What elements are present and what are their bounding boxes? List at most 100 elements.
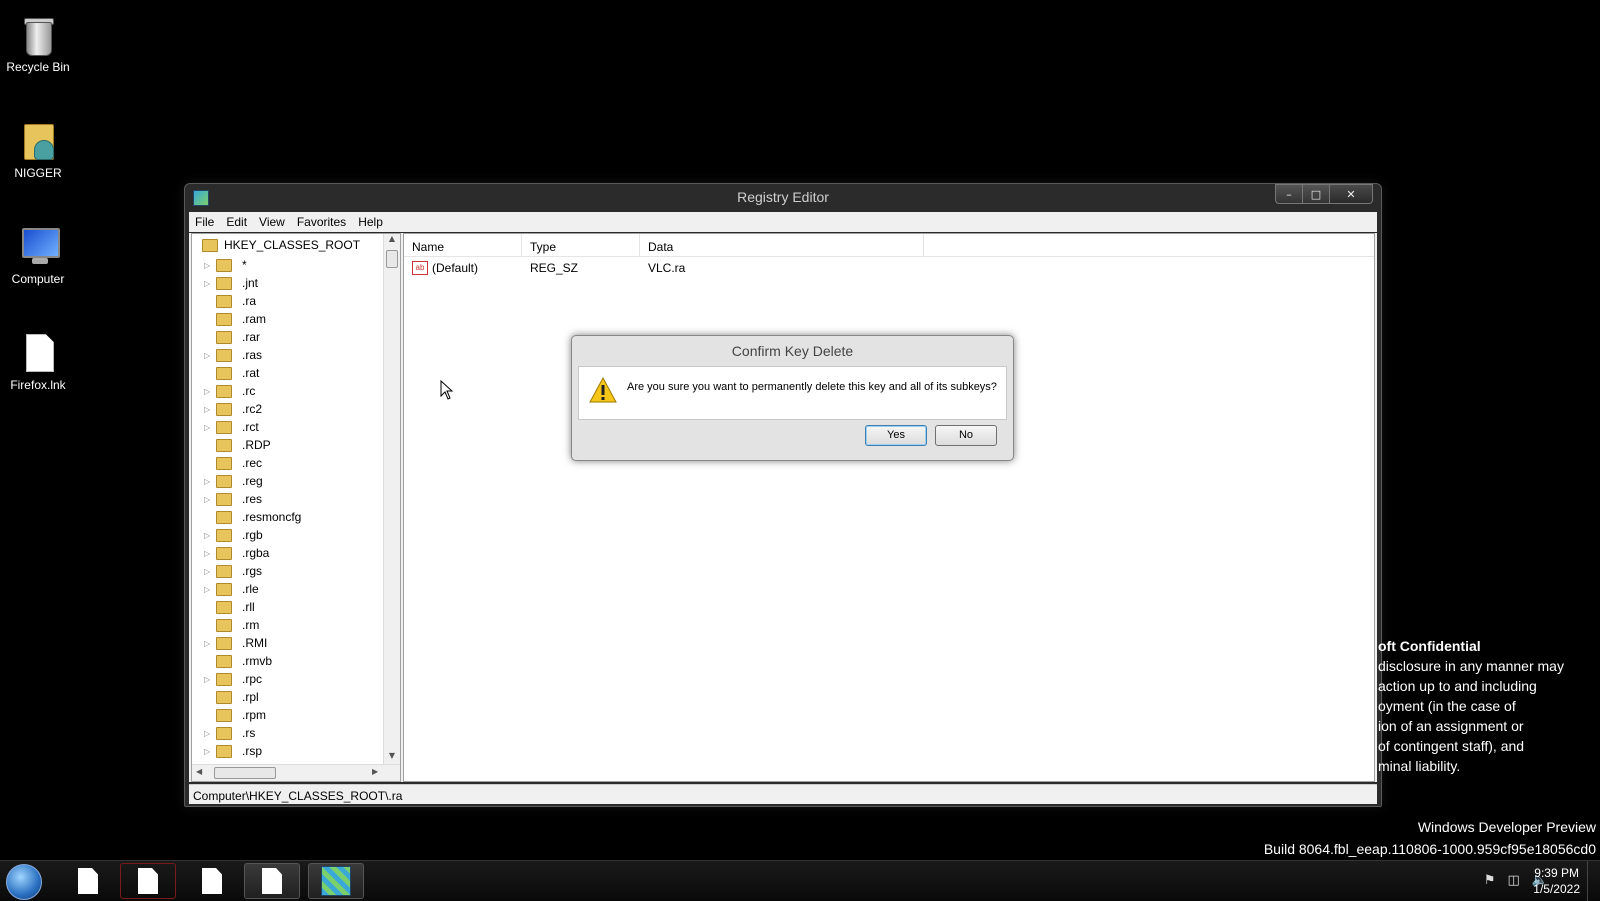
expand-arrow-icon[interactable]: ▷ (204, 747, 216, 756)
clock-date: 1/5/2022 (1533, 882, 1580, 896)
folder-icon (216, 654, 232, 668)
value-row[interactable]: ab (Default) REG_SZ VLC.ra (404, 257, 1374, 279)
tree-item[interactable]: .rpm (192, 706, 386, 724)
tree-item[interactable]: .ra (192, 292, 386, 310)
value-name: (Default) (432, 260, 479, 275)
desktop-icon-firefox-lnk[interactable]: Firefox.lnk (0, 322, 76, 392)
tree-item[interactable]: ▷ .rsp (192, 742, 386, 760)
tree-item[interactable]: ▷ .jnt (192, 274, 386, 292)
expand-arrow-icon[interactable]: ▷ (204, 729, 216, 738)
minimize-button[interactable]: – (1275, 184, 1303, 204)
expand-arrow-icon[interactable]: ▷ (204, 675, 216, 684)
tree-item[interactable]: .ram (192, 310, 386, 328)
menu-view[interactable]: View (253, 215, 291, 229)
tree-list: ▷ * ▷ .jnt .ra .ram .rar ▷ .ras .rat ▷ .rc ▷ .rc2 ▷ .rc… (192, 256, 386, 760)
taskbar-item-2[interactable] (120, 863, 176, 899)
yes-button[interactable]: Yes (865, 425, 927, 446)
menu-help[interactable]: Help (352, 215, 389, 229)
tree-item[interactable]: ▷ .rgs (192, 562, 386, 580)
tree-item[interactable]: ▷ .res (192, 490, 386, 508)
desktop-icon-computer[interactable]: Computer (0, 216, 76, 286)
expand-arrow-icon[interactable]: ▷ (204, 495, 216, 504)
tree-root-item[interactable]: HKEY_CLASSES_ROOT (202, 238, 360, 252)
expand-arrow-icon[interactable]: ▷ (204, 279, 216, 288)
taskbar-item-4[interactable] (244, 863, 300, 899)
folder-icon (216, 528, 232, 542)
menu-file[interactable]: File (189, 215, 220, 229)
desktop-icon-recycle-bin[interactable]: Recycle Bin (0, 4, 76, 74)
scroll-thumb[interactable] (386, 250, 398, 268)
taskbar-item-3[interactable] (184, 863, 240, 899)
tree-item[interactable]: ▷ * (192, 256, 386, 274)
start-button[interactable] (6, 864, 42, 900)
tree-item[interactable]: ▷ .rle (192, 580, 386, 598)
expand-arrow-icon[interactable]: ▷ (204, 477, 216, 486)
network-icon[interactable]: ◫ (1508, 873, 1520, 888)
tree-horizontal-scrollbar[interactable]: ◀ ▶ (192, 764, 400, 781)
tree-item[interactable]: .RDP (192, 436, 386, 454)
clock[interactable]: 9:39 PM 1/5/2022 (1533, 865, 1580, 897)
desktop-icon-label: NIGGER (14, 166, 62, 180)
desktop-icon-user-folder[interactable]: NIGGER (0, 110, 76, 180)
tree-item[interactable]: ▷ .RMI (192, 634, 386, 652)
expand-arrow-icon[interactable]: ▷ (204, 387, 216, 396)
folder-icon (216, 348, 232, 362)
scroll-up-arrow-icon[interactable]: ▲ (384, 234, 400, 248)
tree-item[interactable]: ▷ .reg (192, 472, 386, 490)
tree-item-label: .rgb (242, 528, 263, 542)
scroll-left-arrow-icon[interactable]: ◀ (196, 767, 202, 776)
taskbar-item-1[interactable] (60, 863, 116, 899)
tree-item[interactable]: .rar (192, 328, 386, 346)
tree-item[interactable]: ▷ .rgba (192, 544, 386, 562)
tree-item-label: .rpm (242, 708, 266, 722)
tree-item[interactable]: .rm (192, 616, 386, 634)
title-bar[interactable]: Registry Editor – □ ✕ (185, 184, 1381, 210)
registry-editor-window: Registry Editor – □ ✕ File Edit View Fav… (184, 183, 1382, 807)
scroll-thumb[interactable] (214, 767, 276, 779)
tree-item-label: * (242, 258, 247, 272)
action-center-flag-icon[interactable]: ⚑ (1484, 873, 1496, 888)
tree-item-label: .rmvb (242, 654, 272, 668)
tree-vertical-scrollbar[interactable]: ▲ ▼ (383, 234, 400, 765)
maximize-button[interactable]: □ (1302, 184, 1330, 204)
no-button[interactable]: No (935, 425, 997, 446)
expand-arrow-icon[interactable]: ▷ (204, 585, 216, 594)
tree-item[interactable]: ▷ .rpc (192, 670, 386, 688)
column-header-type[interactable]: Type (522, 234, 640, 256)
column-header-name[interactable]: Name (404, 234, 522, 256)
confidential-line: oyment (in the case of (1378, 698, 1516, 714)
tree-item-label: .resmoncfg (242, 510, 302, 524)
file-icon (78, 868, 98, 894)
expand-arrow-icon[interactable]: ▷ (204, 351, 216, 360)
show-desktop-button[interactable] (1587, 861, 1600, 901)
taskbar-item-regedit[interactable] (308, 863, 364, 899)
scroll-right-arrow-icon[interactable]: ▶ (372, 767, 378, 776)
confidential-line: ion of an assignment or (1378, 718, 1524, 734)
tree-item[interactable]: .rec (192, 454, 386, 472)
tree-item[interactable]: ▷ .rgb (192, 526, 386, 544)
expand-arrow-icon[interactable]: ▷ (204, 405, 216, 414)
tree-item[interactable]: ▷ .rc (192, 382, 386, 400)
tree-item[interactable]: .rpl (192, 688, 386, 706)
menu-favorites[interactable]: Favorites (291, 215, 352, 229)
expand-arrow-icon[interactable]: ▷ (204, 567, 216, 576)
expand-arrow-icon[interactable]: ▷ (204, 549, 216, 558)
expand-arrow-icon[interactable]: ▷ (204, 423, 216, 432)
expand-arrow-icon[interactable]: ▷ (204, 639, 216, 648)
expand-arrow-icon[interactable]: ▷ (204, 531, 216, 540)
tree-item[interactable]: .rmvb (192, 652, 386, 670)
tree-item[interactable]: ▷ .ras (192, 346, 386, 364)
tree-item[interactable]: .resmoncfg (192, 508, 386, 526)
scroll-down-arrow-icon[interactable]: ▼ (384, 751, 400, 765)
tree-item[interactable]: .rat (192, 364, 386, 382)
tree-item-label: .rc (242, 384, 256, 398)
tree-item[interactable]: .rll (192, 598, 386, 616)
tree-item[interactable]: ▷ .rc2 (192, 400, 386, 418)
expand-arrow-icon[interactable]: ▷ (204, 261, 216, 270)
tree-item[interactable]: ▷ .rct (192, 418, 386, 436)
column-header-data[interactable]: Data (640, 234, 924, 256)
tree-item[interactable]: ▷ .rs (192, 724, 386, 742)
close-button[interactable]: ✕ (1329, 184, 1373, 204)
folder-icon (216, 672, 232, 686)
menu-edit[interactable]: Edit (220, 215, 253, 229)
